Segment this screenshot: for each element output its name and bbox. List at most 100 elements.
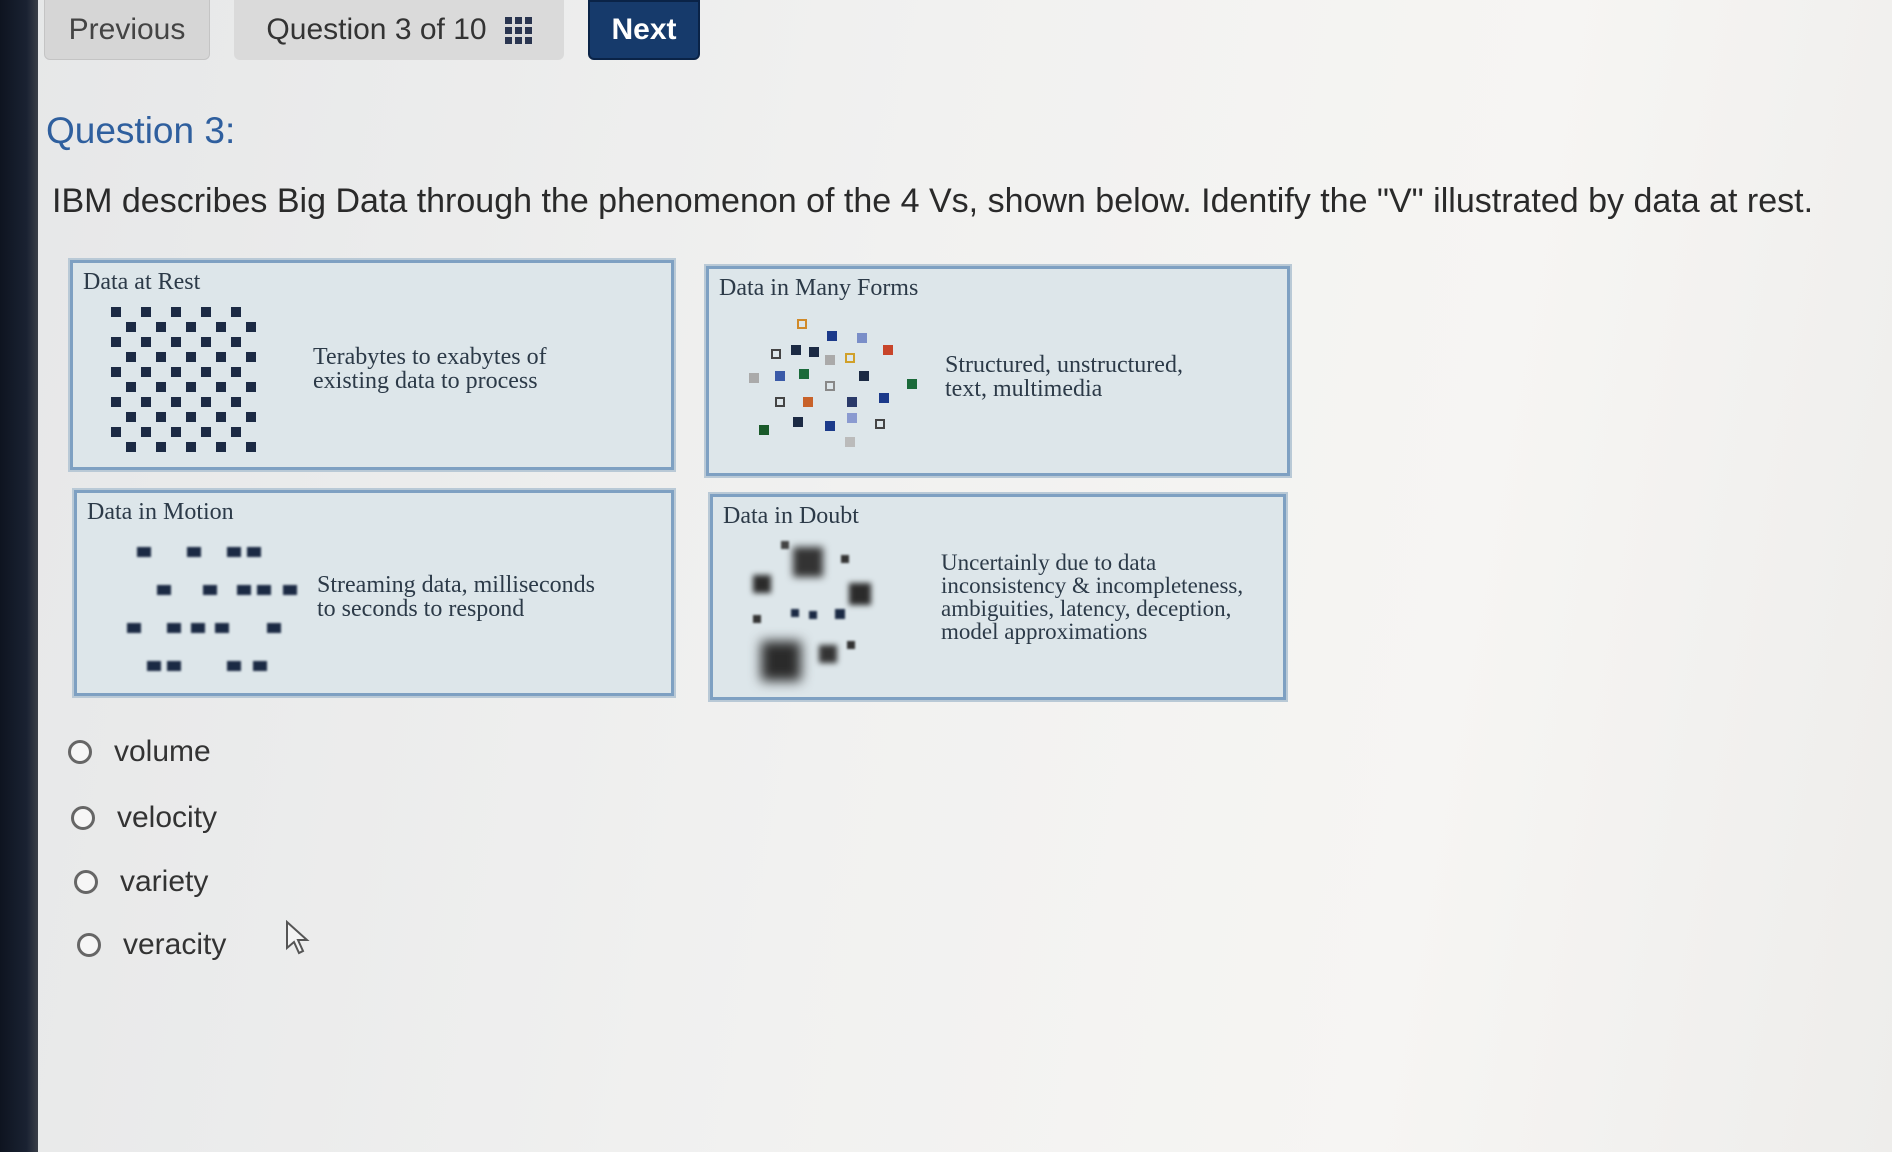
illustration-square: [775, 397, 785, 407]
illustration-square: [111, 397, 121, 407]
illustration-square: [216, 352, 226, 362]
panel-data-at-rest: Data at Rest Terabytes to exabytes of ex…: [70, 260, 674, 470]
option-label: volume: [114, 735, 211, 768]
illustration-square: [231, 337, 241, 347]
illustration-square: [849, 583, 871, 605]
radio-button[interactable]: [68, 740, 92, 764]
illustration-square: [186, 352, 196, 362]
illustration-square: [111, 307, 121, 317]
illustration-square: [216, 322, 226, 332]
illustration-square: [857, 333, 867, 343]
illustration-square: [759, 425, 769, 435]
option-variety[interactable]: variety: [74, 865, 208, 899]
radio-button[interactable]: [71, 806, 95, 830]
question-navigation: Previous Question 3 of 10 Next: [44, 0, 700, 62]
illustration-square: [201, 427, 211, 437]
panel-data-in-many-forms: Data in Many Forms Structured, unstructu…: [706, 266, 1290, 476]
panel-title: Data in Doubt: [723, 503, 859, 529]
illustration-square: [803, 397, 813, 407]
illustration-square: [126, 322, 136, 332]
illustration-square: [847, 641, 855, 649]
illustration-square: [156, 322, 166, 332]
illustration-square: [231, 307, 241, 317]
illustration-square: [171, 307, 181, 317]
panel-title: Data in Motion: [87, 499, 234, 525]
illustration-square: [157, 585, 171, 595]
panel-description: Streaming data, milliseconds to seconds …: [317, 572, 595, 622]
illustration-square: [186, 322, 196, 332]
question-title: Question 3:: [46, 110, 236, 151]
illustration-square: [797, 319, 807, 329]
radio-button[interactable]: [74, 870, 98, 894]
illustration-square: [201, 397, 211, 407]
mouse-pointer-icon: [286, 920, 310, 955]
illustration-square: [859, 371, 869, 381]
illustration-square: [231, 427, 241, 437]
illustration-square: [227, 547, 241, 557]
illustration-square: [171, 427, 181, 437]
illustration-square: [231, 367, 241, 377]
illustration-square: [171, 367, 181, 377]
illustration-square: [126, 442, 136, 452]
illustration-square: [171, 337, 181, 347]
option-veracity[interactable]: veracity: [77, 928, 226, 962]
checkerboard-icon: [111, 307, 271, 457]
next-button[interactable]: Next: [588, 0, 700, 60]
illustration-square: [246, 442, 256, 452]
illustration-square: [216, 382, 226, 392]
option-label: variety: [120, 865, 209, 898]
scattered-squares-icon: [729, 315, 917, 465]
illustration-square: [186, 382, 196, 392]
illustration-square: [283, 585, 297, 595]
illustration-square: [253, 661, 267, 671]
illustration-square: [845, 437, 855, 447]
option-volume[interactable]: volume: [68, 735, 211, 769]
illustration-square: [847, 413, 857, 423]
illustration-square: [791, 345, 801, 355]
illustration-square: [186, 412, 196, 422]
illustration-square: [187, 547, 201, 557]
illustration-square: [875, 419, 885, 429]
illustration-square: [126, 382, 136, 392]
illustration-square: [835, 609, 845, 619]
illustration-square: [141, 427, 151, 437]
panel-data-in-motion: Data in Motion Streaming data, milliseco…: [74, 490, 674, 696]
illustration-square: [246, 382, 256, 392]
illustration-square: [156, 442, 166, 452]
screen-bezel: [0, 0, 38, 1152]
illustration-square: [907, 379, 917, 389]
illustration-square: [156, 412, 166, 422]
illustration-square: [167, 661, 181, 671]
illustration-square: [246, 322, 256, 332]
illustration-square: [845, 353, 855, 363]
illustration-square: [799, 369, 809, 379]
illustration-square: [749, 373, 759, 383]
panel-title: Data at Rest: [83, 269, 201, 295]
radio-button[interactable]: [77, 933, 101, 957]
option-velocity[interactable]: velocity: [71, 801, 217, 835]
question-progress-label: Question 3 of 10: [266, 13, 487, 46]
illustration-square: [246, 412, 256, 422]
illustration-square: [111, 337, 121, 347]
previous-button[interactable]: Previous: [44, 0, 210, 60]
question-progress-button[interactable]: Question 3 of 10: [234, 0, 564, 60]
illustration-square: [775, 371, 785, 381]
illustration-square: [156, 352, 166, 362]
illustration-square: [841, 555, 849, 563]
illustration-square: [141, 397, 151, 407]
illustration-square: [847, 397, 857, 407]
illustration-square: [216, 442, 226, 452]
illustration-square: [809, 611, 817, 619]
illustration-square: [191, 623, 205, 633]
illustration-square: [753, 615, 761, 623]
illustration-square: [126, 412, 136, 422]
option-label: velocity: [117, 801, 218, 834]
illustration-square: [231, 397, 241, 407]
illustration-square: [825, 381, 835, 391]
streaming-dashes-icon: [107, 537, 307, 687]
illustration-square: [215, 623, 229, 633]
illustration-square: [246, 352, 256, 362]
grid-menu-icon: [504, 16, 532, 44]
illustration-square: [781, 541, 789, 549]
illustration-square: [237, 585, 251, 595]
